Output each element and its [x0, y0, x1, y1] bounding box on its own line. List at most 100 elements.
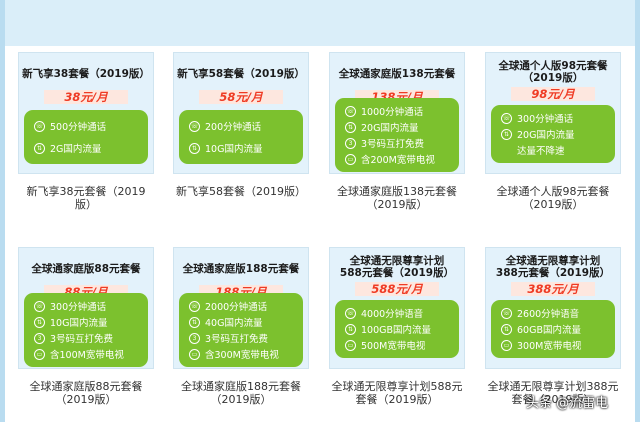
feature-item: 3 3号码互打免费: [189, 332, 268, 345]
phone-icon: ☏: [501, 112, 512, 124]
plan-price: 388元/月: [511, 282, 595, 296]
phone-icon: ☏: [345, 105, 356, 117]
feature-text: 含200M宽带电视: [361, 155, 435, 166]
tv-icon: ▭: [345, 339, 356, 351]
feature-item: ☏ 200分钟通话: [189, 120, 261, 133]
data-icon: ⇅: [34, 142, 45, 154]
data-icon: ⇅: [501, 128, 512, 140]
number-icon: 3: [189, 332, 200, 344]
feature-item: ⇅ 2G国内流量: [34, 142, 101, 155]
feature-text: 10G国内流量: [50, 318, 108, 329]
feature-item: ☏ 2000分钟通话: [189, 300, 267, 313]
plan-caption-line2[interactable]: （2019版）: [329, 198, 465, 211]
feature-item: ⇅ 20G国内流量: [501, 128, 574, 141]
phone-icon: ☏: [345, 307, 356, 319]
features-panel: ☏ 2600分钟语音 ⇅ 60GB国内流量 ▭ 300M宽带电视: [491, 300, 615, 358]
plan-price: 588元/月: [355, 282, 439, 296]
plan-title-line2: 388元套餐（2019版）: [495, 267, 611, 279]
plan-title: 全球通个人版98元套餐: [498, 60, 608, 72]
feature-item: 3 3号码互打免费: [345, 137, 424, 150]
features-panel: ☏ 4000分钟语音 ⇅ 100GB国内流量 ▭ 500M宽带电视: [335, 300, 459, 358]
feature-text: 3号码互打免费: [361, 139, 425, 150]
phone-icon: ☏: [189, 120, 200, 132]
plan-caption-line2[interactable]: 套餐（2019版）: [329, 393, 465, 406]
plan-title: 全球通家庭版138元套餐: [338, 68, 456, 80]
plan-caption[interactable]: 全球通个人版98元套餐: [485, 185, 621, 198]
plan-title: 全球通无限尊享计划: [505, 255, 601, 267]
feature-item: ⇅ 40G国内流量: [189, 316, 262, 329]
plan-title: 新飞享58套餐（2019版）: [177, 68, 305, 80]
feature-text: 3号码互打免费: [205, 334, 269, 345]
data-icon: ⇅: [345, 323, 356, 335]
feature-item: ⇅ 60GB国内流量: [501, 323, 581, 336]
feature-item: ☏ 2600分钟语音: [501, 307, 579, 320]
plan-caption-line2[interactable]: （2019版）: [173, 393, 309, 406]
feature-item: 3 3号码互打免费: [34, 332, 113, 345]
feature-item: ☏ 500分钟通话: [34, 120, 106, 133]
feature-text: 1000分钟通话: [361, 107, 424, 118]
feature-text: 300M宽带电视: [517, 341, 582, 352]
tv-icon: ▭: [189, 348, 200, 360]
plan-title-line2: （2019版）: [522, 72, 584, 84]
phone-icon: ☏: [34, 300, 45, 312]
features-panel: ☏ 500分钟通话 ⇅ 2G国内流量: [24, 110, 148, 164]
phone-icon: ☏: [189, 300, 200, 312]
feature-item: ▭ 含200M宽带电视: [345, 153, 435, 166]
feature-item: ☏ 4000分钟语音: [345, 307, 423, 320]
data-icon: ⇅: [189, 316, 200, 328]
tv-icon: ▭: [34, 348, 45, 360]
feature-text: 含100M宽带电视: [50, 350, 124, 361]
plan-caption[interactable]: 全球通家庭版138元套餐: [329, 185, 465, 198]
plan-title: 全球通家庭版188元套餐: [182, 263, 300, 275]
plan-caption-line2[interactable]: （2019版）: [485, 198, 621, 211]
plan-price: 98元/月: [511, 87, 595, 101]
plan-caption[interactable]: 全球通家庭版188元套餐: [173, 380, 309, 393]
data-icon: ⇅: [501, 323, 512, 335]
plan-caption-line2[interactable]: 版）: [18, 198, 154, 211]
plan-caption[interactable]: 新飞享58套餐（2019版）: [173, 185, 309, 198]
feature-text: 300分钟通话: [517, 114, 574, 125]
feature-text: 2G国内流量: [50, 144, 102, 155]
features-panel: ☏ 1000分钟通话 ⇅ 20G国内流量 3 3号码互打免费 ▭ 含200M宽带电视: [335, 98, 459, 172]
plan-price: 58元/月: [199, 90, 283, 104]
feature-text: 200分钟通话: [205, 122, 262, 133]
features-panel: ☏ 300分钟通话 ⇅ 20G国内流量 达量不降速: [491, 105, 615, 163]
left-border: [0, 0, 5, 422]
feature-item: ⇅ 10G国内流量: [34, 316, 107, 329]
number-icon: 3: [345, 137, 356, 149]
features-panel: ☏ 300分钟通话 ⇅ 10G国内流量 3 3号码互打免费 ▭ 含100M宽带电视: [24, 293, 148, 367]
watermark: 头条 @流雷电: [526, 396, 609, 411]
feature-text: 含300M宽带电视: [205, 350, 279, 361]
feature-text: 100GB国内流量: [361, 325, 432, 336]
feature-text: 20G国内流量: [361, 123, 419, 134]
tv-icon: ▭: [501, 339, 512, 351]
feature-item: ▭ 500M宽带电视: [345, 339, 425, 352]
phone-icon: ☏: [501, 307, 512, 319]
feature-text: 达量不降速: [517, 146, 565, 157]
top-banner: [0, 0, 640, 46]
plan-caption[interactable]: 全球通家庭版88元套餐: [18, 380, 154, 393]
feature-text: 2000分钟通话: [205, 302, 268, 313]
data-icon: ⇅: [189, 142, 200, 154]
plan-caption-line2[interactable]: （2019版）: [18, 393, 154, 406]
feature-item: ⇅ 10G国内流量: [189, 142, 262, 155]
phone-icon: ☏: [34, 120, 45, 132]
right-border: [635, 0, 640, 422]
plan-title: 新飞享38套餐（2019版）: [22, 68, 150, 80]
feature-text: 60GB国内流量: [517, 325, 581, 336]
plan-title: 全球通家庭版88元套餐: [31, 263, 141, 275]
data-icon: ⇅: [34, 316, 45, 328]
feature-item: ▭ 含300M宽带电视: [189, 348, 279, 361]
feature-text: 2600分钟语音: [517, 309, 580, 320]
features-panel: ☏ 200分钟通话 ⇅ 10G国内流量: [179, 110, 303, 164]
feature-text: 300分钟通话: [50, 302, 107, 313]
plan-caption[interactable]: 全球通无限尊享计划588元: [329, 380, 465, 393]
feature-item: ☏ 1000分钟通话: [345, 105, 423, 118]
feature-text: 20G国内流量: [517, 130, 575, 141]
feature-text: 40G国内流量: [205, 318, 263, 329]
data-icon: ⇅: [345, 121, 356, 133]
plan-caption[interactable]: 新飞享38元套餐（2019: [18, 185, 154, 198]
feature-item: ⇅ 20G国内流量: [345, 121, 418, 134]
feature-item: 达量不降速: [501, 144, 565, 157]
features-panel: ☏ 2000分钟通话 ⇅ 40G国内流量 3 3号码互打免费 ▭ 含300M宽带电视: [179, 293, 303, 367]
